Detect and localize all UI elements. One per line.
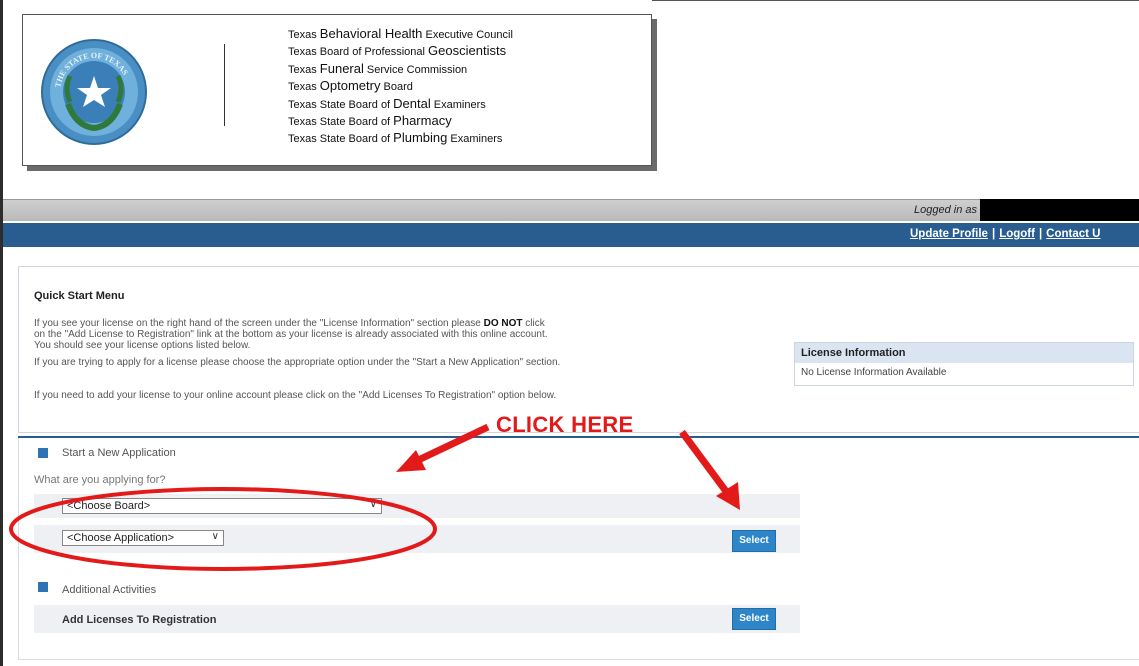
agency-item: Texas Board of Professional Geoscientist… [288,43,507,59]
quick-start-paragraph-1: If you see your license on the right han… [34,318,548,351]
nav-links: Update Profile | Logoff | Contact U [910,228,1100,240]
quick-start-title: Quick Start Menu [34,290,125,302]
agency-item: Texas Optometry Board [288,78,413,94]
select-application-button[interactable]: Select [732,530,776,552]
section-square-icon [38,582,48,592]
nav-separator: | [991,228,996,240]
start-application-label: Start a New Application [62,447,176,459]
agency-item: Texas State Board of Pharmacy [288,113,452,129]
select-add-licenses-button[interactable]: Select [732,608,776,630]
quick-start-paragraph-2: If you are trying to apply for a license… [34,357,561,368]
logoff-link[interactable]: Logoff [999,228,1035,240]
agency-item: Texas State Board of Dental Examiners [288,95,486,111]
top-rule [652,0,1139,1]
agency-item: Texas Behavioral Health Executive Counci… [288,26,513,41]
quick-start-paragraph-3: If you need to add your license to your … [34,390,557,401]
texas-seal-icon: THE STATE OF TEXAS [41,39,147,145]
page-left-border [0,0,3,666]
contact-us-link[interactable]: Contact U [1046,228,1100,240]
choose-application-select[interactable]: <Choose Application> ∨ [62,530,224,546]
chevron-down-icon: ∨ [369,499,377,510]
choose-board-select[interactable]: <Choose Board> ∨ [62,498,382,514]
license-info-body: No License Information Available [801,367,947,378]
update-profile-link[interactable]: Update Profile [910,228,988,240]
applying-for-question: What are you applying for? [34,474,166,486]
agency-item: Texas Funeral Service Commission [288,60,468,76]
nav-separator: | [1038,228,1043,240]
add-licenses-label: Add Licenses To Registration [62,614,217,626]
header-divider [224,44,225,126]
additional-activities-label: Additional Activities [62,584,157,596]
logged-in-text: Logged in as [914,204,977,216]
license-info-title: License Information [795,343,1133,363]
chevron-down-icon: ∨ [211,531,219,542]
agency-item: Texas State Board of Plumbing Examiners [288,130,503,146]
redacted-username [980,199,1139,221]
section-square-icon [38,448,48,458]
agency-list: Texas Behavioral Health Executive Counci… [288,26,513,148]
click-here-annotation: CLICK HERE [496,412,634,437]
